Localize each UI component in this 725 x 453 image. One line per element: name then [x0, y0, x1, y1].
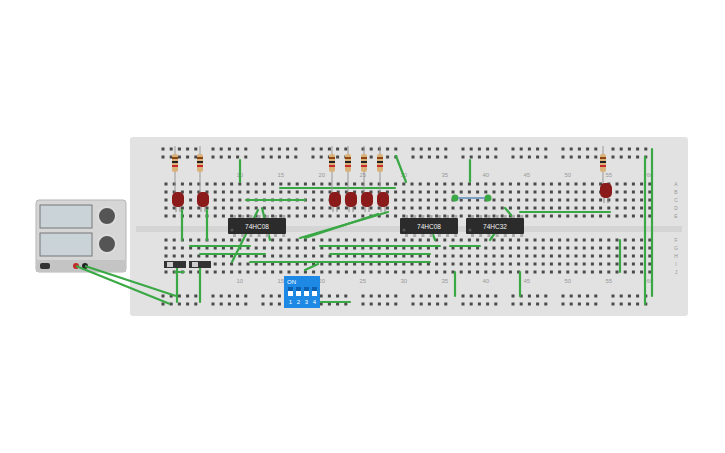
wire[interactable] — [450, 245, 480, 247]
column-number: 55 — [605, 172, 612, 178]
wire[interactable] — [246, 199, 305, 201]
wire[interactable] — [505, 208, 512, 216]
led[interactable] — [361, 192, 373, 212]
chip-label: 74HC32 — [483, 223, 507, 230]
wire[interactable] — [519, 272, 521, 296]
wire[interactable] — [455, 197, 488, 199]
row-letter: A — [674, 181, 678, 187]
wire[interactable] — [520, 211, 610, 213]
led[interactable] — [172, 192, 184, 212]
column-number: 20 — [318, 172, 325, 178]
resistor[interactable] — [377, 146, 383, 194]
wire[interactable] — [619, 240, 621, 272]
wire[interactable] — [181, 210, 183, 240]
column-number: 35 — [441, 278, 448, 284]
dip-switch-label: ON — [287, 279, 296, 285]
wire[interactable] — [300, 212, 388, 238]
resistor[interactable] — [197, 146, 203, 194]
wire[interactable] — [320, 245, 440, 247]
resistor[interactable] — [172, 146, 178, 194]
row-letter: G — [674, 245, 678, 251]
wire[interactable] — [175, 271, 184, 273]
resistor[interactable] — [345, 146, 351, 194]
wire[interactable] — [469, 160, 471, 182]
circuit-diagram: 1015202530354045505560101520253035404550… — [0, 0, 725, 453]
column-number: 25 — [359, 172, 366, 178]
wire[interactable] — [206, 210, 208, 240]
wire[interactable] — [85, 266, 176, 296]
chip-label: 74HC08 — [417, 223, 441, 230]
wire[interactable] — [330, 253, 430, 255]
breadboard[interactable]: 1015202530354045505560101520253035404550… — [130, 137, 688, 316]
column-number: 50 — [564, 172, 571, 178]
logic-chip[interactable]: 74HC08 — [228, 215, 286, 237]
wire[interactable] — [318, 301, 350, 303]
slide-switches[interactable] — [164, 261, 211, 268]
svg-text:1: 1 — [289, 299, 293, 305]
circuit-canvas: 1015202530354045505560101520253035404550… — [0, 0, 725, 453]
svg-text:4: 4 — [313, 299, 317, 305]
dip-switch[interactable]: ON 1234 — [284, 276, 320, 308]
row-letter: I — [675, 261, 676, 267]
column-number: 50 — [564, 278, 571, 284]
led[interactable] — [600, 183, 612, 203]
column-number: 55 — [605, 278, 612, 284]
column-number: 15 — [277, 278, 284, 284]
column-number: 45 — [523, 278, 530, 284]
row-letter: J — [675, 269, 678, 275]
resistor[interactable] — [600, 146, 606, 185]
resistor[interactable] — [329, 146, 335, 194]
wire[interactable] — [250, 261, 430, 263]
chip-label: 74HC08 — [245, 223, 269, 230]
row-letter: D — [674, 205, 678, 211]
column-number: 45 — [523, 172, 530, 178]
column-number: 25 — [359, 278, 366, 284]
row-letter: E — [674, 213, 678, 219]
column-number: 30 — [400, 278, 407, 284]
wire[interactable] — [76, 266, 170, 304]
svg-text:2: 2 — [297, 299, 301, 305]
row-letter: F — [674, 237, 677, 243]
dip-toggle[interactable]: 4 — [312, 287, 317, 305]
dip-toggle[interactable]: 3 — [304, 287, 309, 305]
logic-chip[interactable]: 74HC32 — [466, 215, 524, 237]
resistor[interactable] — [361, 146, 367, 194]
wire[interactable] — [280, 187, 395, 189]
svg-text:3: 3 — [305, 299, 309, 305]
wire[interactable] — [199, 264, 201, 302]
power-supply[interactable] — [36, 200, 126, 272]
dip-toggle[interactable]: 2 — [296, 287, 301, 305]
column-number: 35 — [441, 172, 448, 178]
column-number: 10 — [236, 278, 243, 284]
led[interactable] — [197, 192, 209, 212]
wire[interactable] — [239, 160, 241, 182]
wire[interactable] — [454, 272, 456, 296]
wire[interactable] — [651, 149, 653, 296]
wire[interactable] — [305, 214, 378, 238]
wire[interactable] — [190, 245, 250, 247]
column-number: 15 — [277, 172, 284, 178]
row-letter: H — [674, 253, 678, 259]
row-letter: C — [674, 197, 678, 203]
dip-toggle[interactable]: 1 — [288, 287, 293, 305]
row-letter: B — [674, 189, 678, 195]
wire[interactable] — [396, 156, 406, 182]
wire[interactable] — [200, 253, 265, 255]
column-number: 40 — [482, 172, 489, 178]
led[interactable] — [377, 192, 389, 212]
wire[interactable] — [305, 264, 318, 270]
led[interactable] — [345, 192, 357, 212]
wire[interactable] — [644, 157, 646, 304]
logic-chip[interactable]: 74HC08 — [400, 215, 458, 237]
wire[interactable] — [176, 264, 178, 302]
column-number: 40 — [482, 278, 489, 284]
led[interactable] — [329, 192, 341, 212]
